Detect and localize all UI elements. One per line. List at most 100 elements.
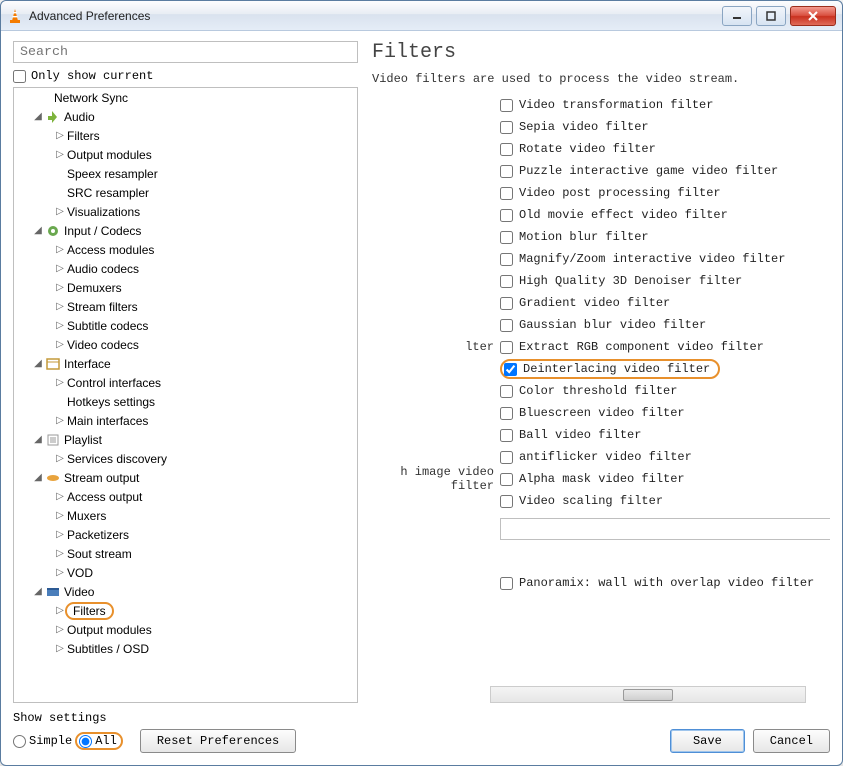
minimize-button[interactable] [722,6,752,26]
filter-text-input[interactable] [500,518,830,540]
filter-checkbox[interactable] [500,99,513,112]
tree-item-video-output[interactable]: ▷Output modules [14,620,357,639]
expand-icon: ▷ [54,510,66,521]
tree-item-interface[interactable]: ◢Interface [14,354,357,373]
filter-label: antiflicker video filter [519,450,692,464]
collapse-icon: ◢ [32,358,44,369]
filter-scroll[interactable]: Video transformation filterSepia video f… [370,92,830,703]
filter-checkbox[interactable] [500,495,513,508]
show-settings: Show settings Simple All Reset Preferenc… [13,711,296,753]
tree-item-network-sync[interactable]: Network Sync [14,88,357,107]
filter-label: Old movie effect video filter [519,208,728,222]
horizontal-scrollbar[interactable] [490,686,806,703]
tree-item-sout-stream[interactable]: ▷Sout stream [14,544,357,563]
filter-checkbox[interactable] [500,319,513,332]
radio-all-input[interactable] [79,735,92,748]
tree-item-subtitle-codecs[interactable]: ▷Subtitle codecs [14,316,357,335]
expand-icon: ▷ [54,491,66,502]
tree-item-audio-output[interactable]: ▷Output modules [14,145,357,164]
scrollbar-thumb[interactable] [623,689,673,701]
maximize-button[interactable] [756,6,786,26]
filter-label: Video transformation filter [519,98,713,112]
reset-preferences-button[interactable]: Reset Preferences [140,729,296,753]
radio-all[interactable]: All [79,734,117,748]
filter-checkbox[interactable] [500,385,513,398]
tree-item-control-interfaces[interactable]: ▷Control interfaces [14,373,357,392]
filter-highlight: Deinterlacing video filter [500,359,720,379]
tree-item-muxers[interactable]: ▷Muxers [14,506,357,525]
filter-row: Old movie effect video filter [370,204,830,226]
right-panel: Filters Video filters are used to proces… [370,41,830,703]
tree-item-audio-codecs[interactable]: ▷Audio codecs [14,259,357,278]
cancel-button[interactable]: Cancel [753,729,830,753]
filter-label: Video post processing filter [519,186,721,200]
tree-item-audio-filters[interactable]: ▷Filters [14,126,357,145]
filter-checkbox[interactable] [500,429,513,442]
collapse-icon: ◢ [32,586,44,597]
tree-item-stream-filters[interactable]: ▷Stream filters [14,297,357,316]
radio-simple-input[interactable] [13,735,26,748]
tree-item-access-output[interactable]: ▷Access output [14,487,357,506]
tree-item-stream-output[interactable]: ◢Stream output [14,468,357,487]
save-button[interactable]: Save [670,729,745,753]
collapse-icon: ◢ [32,111,44,122]
filter-label: Gaussian blur video filter [519,318,706,332]
filter-checkbox[interactable] [500,187,513,200]
playlist-icon [45,433,61,447]
radio-all-highlight: All [75,732,123,750]
filter-checkbox[interactable] [500,297,513,310]
tree-item-hotkeys[interactable]: Hotkeys settings [14,392,357,411]
tree-item-video-filters[interactable]: ▷Filters [14,601,357,620]
tree-item-access-modules[interactable]: ▷Access modules [14,240,357,259]
filter-checkbox[interactable] [500,473,513,486]
filter-label: Ball video filter [519,428,641,442]
tree-item-src[interactable]: SRC resampler [14,183,357,202]
window-title: Advanced Preferences [29,9,718,23]
tree-item-input[interactable]: ◢Input / Codecs [14,221,357,240]
only-show-current-checkbox[interactable] [13,70,26,83]
filter-checkbox[interactable] [500,143,513,156]
expand-icon: ▷ [54,377,66,388]
tree-item-playlist[interactable]: ◢Playlist [14,430,357,449]
tree-item-demuxers[interactable]: ▷Demuxers [14,278,357,297]
filter-row: h image video filterAlpha mask video fil… [370,468,830,490]
titlebar[interactable]: Advanced Preferences [1,1,842,31]
filter-checkbox[interactable] [500,341,513,354]
filter-checkbox[interactable] [500,275,513,288]
expand-icon: ▷ [54,415,66,426]
category-tree[interactable]: Network Sync ◢Audio ▷Filters ▷Output mod… [13,87,358,703]
tree-item-services-discovery[interactable]: ▷Services discovery [14,449,357,468]
filter-row: Gradient video filter [370,292,830,314]
only-show-current[interactable]: Only show current [13,69,358,83]
close-button[interactable] [790,6,836,26]
radio-simple[interactable]: Simple [13,734,72,748]
filter-label: Color threshold filter [519,384,677,398]
tree-item-vod[interactable]: ▷VOD [14,563,357,582]
search-input[interactable] [13,41,358,63]
expand-icon: ▷ [54,320,66,331]
tree-item-video[interactable]: ◢Video [14,582,357,601]
tree-item-visualizations[interactable]: ▷Visualizations [14,202,357,221]
expand-icon: ▷ [54,643,66,654]
filter-checkbox[interactable] [500,231,513,244]
tree-item-audio[interactable]: ◢Audio [14,107,357,126]
filter-checkbox[interactable] [500,407,513,420]
filter-checkbox[interactable] [500,253,513,266]
tree-item-packetizers[interactable]: ▷Packetizers [14,525,357,544]
filter-leftlabel: h image video filter [370,465,500,493]
filter-checkbox[interactable] [500,577,513,590]
sout-icon [45,471,61,485]
filter-checkbox[interactable] [500,165,513,178]
filter-checkbox[interactable] [504,363,517,376]
expand-icon: ▷ [54,149,66,160]
filter-row: Panoramix: wall with overlap video filte… [370,572,830,594]
tree-item-main-interfaces[interactable]: ▷Main interfaces [14,411,357,430]
expand-icon: ▷ [54,624,66,635]
tree-item-subtitles-osd[interactable]: ▷Subtitles / OSD [14,639,357,658]
tree-item-video-codecs[interactable]: ▷Video codecs [14,335,357,354]
tree-item-speex[interactable]: Speex resampler [14,164,357,183]
filter-checkbox[interactable] [500,451,513,464]
filter-checkbox[interactable] [500,209,513,222]
collapse-icon: ◢ [32,434,44,445]
filter-checkbox[interactable] [500,121,513,134]
